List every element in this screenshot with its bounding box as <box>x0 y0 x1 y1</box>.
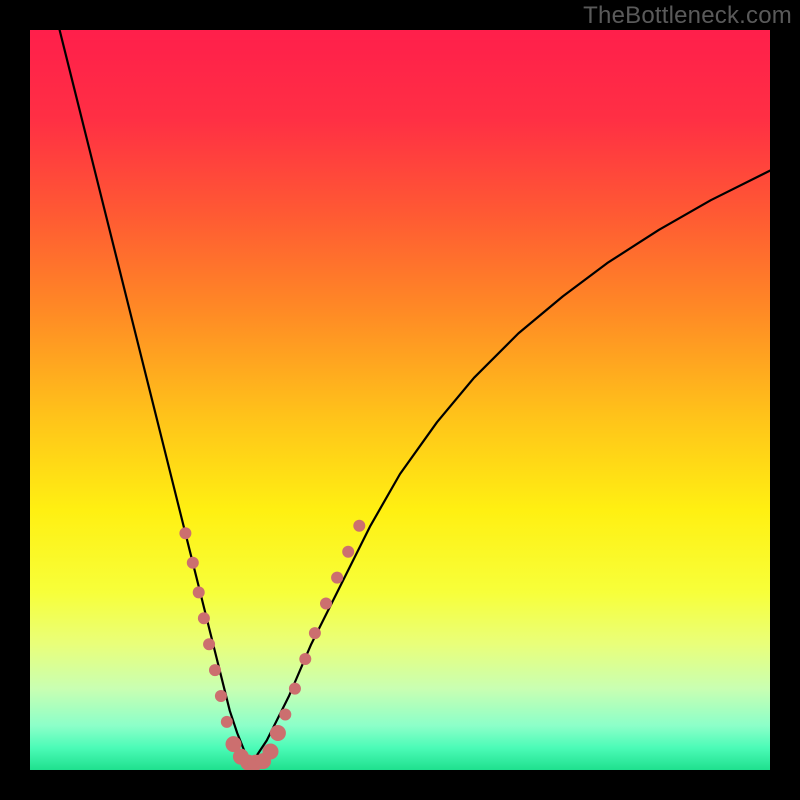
watermark-text: TheBottleneck.com <box>583 2 792 30</box>
data-marker <box>270 725 286 741</box>
data-marker <box>320 598 332 610</box>
chart-frame: TheBottleneck.com <box>0 0 800 800</box>
data-marker <box>331 572 343 584</box>
plot-area <box>30 30 770 770</box>
data-marker <box>193 586 205 598</box>
gradient-background <box>30 30 770 770</box>
chart-svg <box>30 30 770 770</box>
data-marker <box>279 709 291 721</box>
data-marker <box>299 653 311 665</box>
data-marker <box>198 612 210 624</box>
data-marker <box>187 557 199 569</box>
data-marker <box>309 627 321 639</box>
data-marker <box>215 690 227 702</box>
data-marker <box>179 527 191 539</box>
data-marker <box>221 716 233 728</box>
data-marker <box>353 520 365 532</box>
data-marker <box>342 546 354 558</box>
data-marker <box>203 638 215 650</box>
data-marker <box>263 744 279 760</box>
data-marker <box>289 683 301 695</box>
data-marker <box>209 664 221 676</box>
